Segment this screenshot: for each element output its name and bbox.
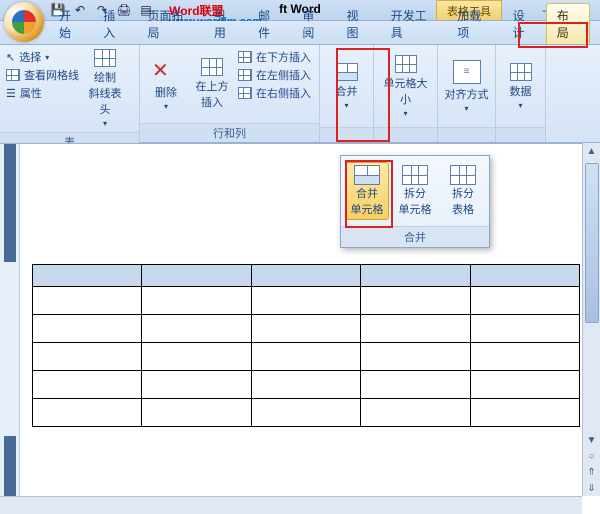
tab-review[interactable]: 审阅 [291, 3, 335, 44]
insert-below-icon [238, 51, 252, 63]
view-gridlines-button[interactable]: 查看网格线 [6, 67, 79, 83]
merge-cells-option[interactable]: 合并 单元格 [345, 162, 389, 220]
delete-button[interactable]: ✕ 删除 [146, 49, 186, 119]
group-label-data [496, 127, 545, 142]
split-cells-icon [402, 165, 428, 185]
select-button[interactable]: ↖选择▾ [6, 49, 79, 65]
merge-cells-icon [354, 165, 380, 185]
ribbon-tabs: 开始 插入 页面布局 引用 邮件 审阅 视图 开发工具 加载项 设计 布局 [0, 21, 600, 45]
group-cellsize: 单元格大小 [374, 45, 438, 142]
delete-icon: ✕ [152, 58, 180, 82]
table-row[interactable] [33, 287, 580, 315]
cellsize-icon [395, 55, 417, 73]
cursor-icon: ↖ [6, 51, 15, 64]
tab-layout[interactable]: 布局 [546, 3, 590, 44]
tab-addins[interactable]: 加载项 [446, 3, 501, 44]
tab-references[interactable]: 引用 [203, 3, 247, 44]
ribbon: ↖选择▾ 查看网格线 ☰属性 绘制 斜线表头 表 ✕ 删除 在上方 插入 在下方… [0, 45, 600, 143]
split-cells-option[interactable]: 拆分 单元格 [393, 162, 437, 220]
insert-below-button[interactable]: 在下方插入 [238, 49, 311, 65]
group-label-merge [320, 127, 373, 142]
group-label-cellsize [374, 127, 437, 142]
insert-above-button[interactable]: 在上方 插入 [192, 49, 232, 119]
insert-left-icon [238, 69, 252, 81]
table-row[interactable] [33, 399, 580, 427]
table-row[interactable] [33, 265, 580, 287]
tab-pagelayout[interactable]: 页面布局 [136, 3, 202, 44]
split-table-option[interactable]: 拆分 表格 [441, 162, 485, 220]
tab-home[interactable]: 开始 [48, 3, 92, 44]
cell-size-button[interactable]: 单元格大小 [382, 49, 430, 123]
table-row[interactable] [33, 315, 580, 343]
table-draw-icon [94, 49, 116, 67]
scroll-up-icon[interactable]: ▲ [587, 143, 597, 159]
data-icon [510, 63, 532, 81]
tab-developer[interactable]: 开发工具 [380, 3, 446, 44]
merge-dropdown-panel: 合并 单元格 拆分 单元格 拆分 表格 合并 [340, 155, 490, 248]
horizontal-scrollbar[interactable] [0, 496, 582, 514]
merge-icon [336, 63, 358, 81]
tab-view[interactable]: 视图 [336, 3, 380, 44]
insert-right-button[interactable]: 在右侧插入 [238, 85, 311, 101]
group-merge: 合并 [320, 45, 374, 142]
group-label-align [438, 127, 495, 142]
properties-icon: ☰ [6, 87, 16, 100]
group-align: ≡ 对齐方式 [438, 45, 496, 142]
next-page-icon[interactable]: ⇓ [587, 480, 595, 496]
table-row[interactable] [33, 371, 580, 399]
group-data: 数据 [496, 45, 546, 142]
group-label-rowcol: 行和列 [140, 123, 319, 142]
vertical-ruler[interactable] [0, 144, 20, 496]
group-rows-cols: ✕ 删除 在上方 插入 在下方插入 在左侧插入 在右侧插入 行和列 [140, 45, 320, 142]
dropdown-group-label: 合并 [341, 226, 489, 247]
document-page[interactable] [20, 144, 582, 496]
scroll-thumb[interactable] [585, 163, 599, 323]
merge-split-button[interactable]: 合并 [326, 49, 367, 123]
browse-object-icon[interactable]: ○ [588, 448, 594, 464]
insert-above-icon [201, 58, 223, 76]
group-table: ↖选择▾ 查看网格线 ☰属性 绘制 斜线表头 表 [0, 45, 140, 142]
alignment-button[interactable]: ≡ 对齐方式 [444, 49, 489, 123]
tab-design[interactable]: 设计 [502, 3, 546, 44]
scroll-down-icon[interactable]: ▼ [587, 432, 597, 448]
split-table-icon [450, 165, 476, 185]
insert-right-icon [238, 87, 252, 99]
insert-left-button[interactable]: 在左侧插入 [238, 67, 311, 83]
table-row[interactable] [33, 343, 580, 371]
vertical-scrollbar[interactable]: ▲ ▼ ○ ⇑ ⇓ [582, 143, 600, 496]
prev-page-icon[interactable]: ⇑ [587, 464, 595, 480]
office-button[interactable] [4, 2, 44, 42]
properties-button[interactable]: ☰属性 [6, 85, 79, 101]
tab-mailings[interactable]: 邮件 [247, 3, 291, 44]
document-area [0, 143, 582, 496]
tab-insert[interactable]: 插入 [92, 3, 136, 44]
document-table[interactable] [32, 264, 580, 427]
data-button[interactable]: 数据 [502, 49, 539, 123]
grid-icon [6, 69, 20, 81]
alignment-icon: ≡ [453, 60, 481, 84]
draw-diagonal-header-button[interactable]: 绘制 斜线表头 [85, 49, 125, 128]
